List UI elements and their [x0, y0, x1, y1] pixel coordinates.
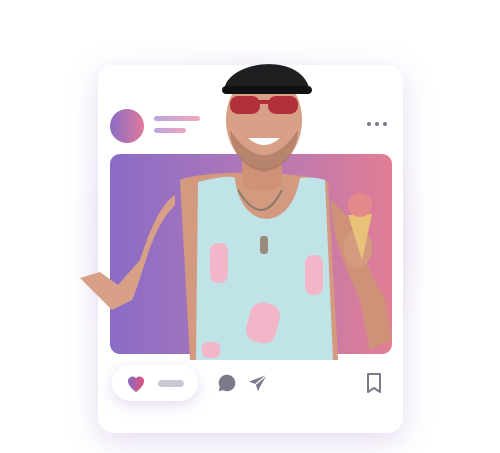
comment-bubble-icon[interactable]: [216, 372, 238, 394]
paper-plane-icon[interactable]: [246, 372, 270, 394]
post-actions: [112, 365, 392, 401]
heart-icon: [128, 376, 144, 392]
username-placeholder: [154, 116, 200, 121]
subtitle-placeholder: [154, 128, 186, 133]
bookmark-icon[interactable]: [366, 373, 382, 393]
like-count-placeholder: [158, 380, 184, 387]
like-button[interactable]: [112, 365, 198, 401]
post-card: [98, 65, 403, 433]
post-image[interactable]: [110, 154, 392, 354]
post-header: [110, 109, 390, 145]
more-horizontal-icon[interactable]: [364, 119, 390, 129]
avatar[interactable]: [110, 109, 144, 143]
